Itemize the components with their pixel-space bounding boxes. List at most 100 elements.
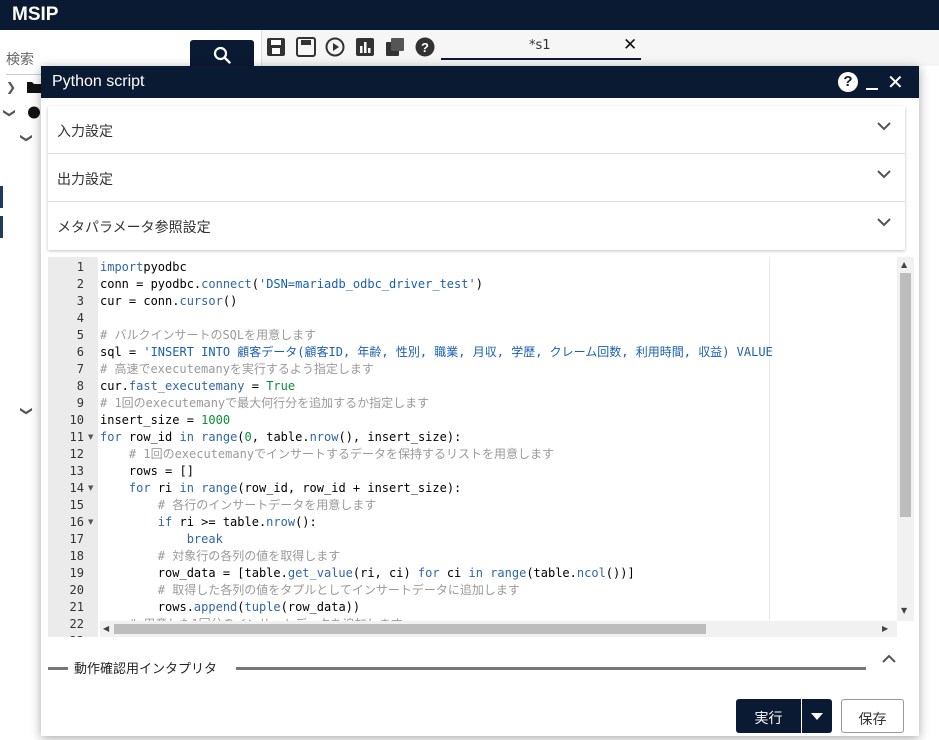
copy-icon[interactable] <box>385 37 405 57</box>
tree-marker <box>0 216 3 238</box>
code-token: rows = [] <box>100 464 194 478</box>
line-number: 7 <box>76 362 84 376</box>
code-line: cur.fast_executemany = True <box>100 378 295 395</box>
search-label: 検索 <box>6 52 34 68</box>
accordion-input-settings[interactable]: 入力設定 <box>48 106 905 154</box>
line-number: 10 <box>69 413 84 427</box>
line-number: 17 <box>69 532 84 546</box>
code-token: for <box>100 430 122 444</box>
horizontal-scrollbar[interactable]: ◀ ▶ <box>100 621 897 637</box>
scroll-up-icon[interactable]: ▲ <box>901 260 907 269</box>
tree-collapse-icon[interactable]: ❯ <box>20 406 34 416</box>
code-text-area[interactable]: importpyodbc conn = pyodbc.connect('DSN=m… <box>100 257 895 621</box>
scroll-down-icon[interactable]: ▼ <box>901 606 907 615</box>
close-icon[interactable]: ✕ <box>623 35 637 55</box>
accordion-output-settings[interactable]: 出力設定 <box>48 154 905 202</box>
code-line: row_data = [table.get_value(ri, ci) for … <box>100 565 635 582</box>
code-token: for <box>417 566 440 580</box>
code-token: if <box>157 515 173 529</box>
dialog-header: Python script ? ✕ <box>41 66 919 98</box>
dialog-title: Python script <box>52 73 145 90</box>
line-number: 20 <box>69 583 84 597</box>
chevron-up-icon[interactable] <box>882 654 896 663</box>
tree-expand-icon[interactable]: ❯ <box>6 80 16 94</box>
code-token: 'INSERT INTO 顧客データ(顧客ID, 年齢, 性別, 職業, 月収,… <box>143 345 773 359</box>
code-line: # 対象行の各列の値を取得します <box>100 548 340 565</box>
run-options-button[interactable] <box>802 699 832 733</box>
svg-text:?: ? <box>421 40 429 55</box>
scroll-right-icon[interactable]: ▶ <box>882 624 888 633</box>
accordion-label: 出力設定 <box>57 172 113 188</box>
help-icon[interactable]: ? <box>415 37 435 57</box>
tab-s1[interactable]: *s1 ✕ <box>441 34 641 60</box>
scroll-left-icon[interactable]: ◀ <box>103 624 109 633</box>
code-token: ri >= table. <box>172 515 267 529</box>
line-number: 8 <box>76 379 84 393</box>
code-token: pyodbc <box>143 260 187 274</box>
code-token: (ri, ci) <box>352 566 418 580</box>
tree-marker <box>0 186 3 208</box>
vertical-scroll-thumb[interactable] <box>900 273 911 517</box>
line-number: 14 <box>69 481 84 495</box>
save-icon[interactable] <box>266 37 286 57</box>
tab-label: *s1 <box>529 38 551 53</box>
code-token: ci <box>439 566 469 580</box>
chevron-down-icon <box>877 218 891 227</box>
line-number: 12 <box>69 447 84 461</box>
line-number: 11 <box>69 430 84 444</box>
tree-collapse-icon[interactable]: ❯ <box>20 133 34 143</box>
line-number: 19 <box>69 566 84 580</box>
accordion-metaparameter-settings[interactable]: メタパラメータ参照設定 <box>48 202 905 250</box>
code-token: insert_size = <box>100 413 202 427</box>
line-number: 21 <box>69 600 84 614</box>
line-number-gutter: 1234567891011▼121314▼1516▼17181920212223 <box>48 257 98 637</box>
code-line: sql = 'INSERT INTO 顧客データ(顧客ID, 年齢, 性別, 職… <box>100 344 773 361</box>
code-token: nrow <box>266 515 296 529</box>
vertical-scrollbar[interactable]: ▲ ▼ <box>897 257 914 621</box>
code-token: (row_id, row_id + insert_size): <box>237 481 462 495</box>
code-editor[interactable]: 1234567891011▼121314▼1516▼17181920212223… <box>48 257 914 637</box>
accordion-label: 入力設定 <box>57 124 113 140</box>
save-button[interactable]: 保存 <box>841 699 904 733</box>
code-token: (table. <box>526 566 577 580</box>
code-token: ncol <box>576 566 606 580</box>
tree-collapse-icon[interactable]: ❯ <box>3 108 17 118</box>
code-token: cur. <box>100 379 129 393</box>
fold-toggle-icon[interactable]: ▼ <box>88 518 93 526</box>
divider <box>236 667 866 670</box>
save-as-icon[interactable] <box>296 37 316 57</box>
interpreter-section[interactable]: 動作確認用インタプリタ <box>48 652 905 682</box>
code-token: # 1回のexecutemanyで最大何行分を追加するか指定します <box>100 396 430 410</box>
code-line: for row_id in range(0, table.nrow(), ins… <box>100 429 461 446</box>
code-line: conn = pyodbc.connect('DSN=mariadb_odbc_… <box>100 276 483 293</box>
fold-toggle-icon[interactable]: ▼ <box>88 484 93 492</box>
line-number: 3 <box>76 294 84 308</box>
code-token: in <box>179 481 194 495</box>
chart-icon[interactable] <box>355 37 375 57</box>
code-line: rows.append(tuple(row_data)) <box>100 599 360 616</box>
code-token: for <box>128 481 151 495</box>
code-token: # 1回のexecutemanyでインサートするデータを保持するリストを用意しま… <box>128 447 555 461</box>
run-icon[interactable] <box>325 37 345 57</box>
fold-toggle-icon[interactable]: ▼ <box>88 433 93 441</box>
print-margin <box>769 257 770 621</box>
help-icon[interactable]: ? <box>838 72 858 92</box>
code-line: # 取得した各列の値をタプルとしてインサートデータに追加します <box>100 582 520 599</box>
code-token: ri <box>150 481 180 495</box>
horizontal-scroll-thumb[interactable] <box>114 624 706 634</box>
run-button[interactable]: 実行 <box>736 699 801 733</box>
accordion-label: メタパラメータ参照設定 <box>57 220 211 236</box>
code-line: cur = conn.cursor() <box>100 293 237 310</box>
minimize-icon[interactable] <box>866 88 878 90</box>
line-number: 9 <box>76 396 84 410</box>
code-token: in <box>468 566 483 580</box>
code-token: row_id <box>121 430 180 444</box>
code-token: range <box>201 481 238 495</box>
code-line: # 1回のexecutemanyで最大何行分を追加するか指定します <box>100 395 429 412</box>
close-icon[interactable]: ✕ <box>887 70 904 94</box>
code-line: rows = [] <box>100 463 194 480</box>
